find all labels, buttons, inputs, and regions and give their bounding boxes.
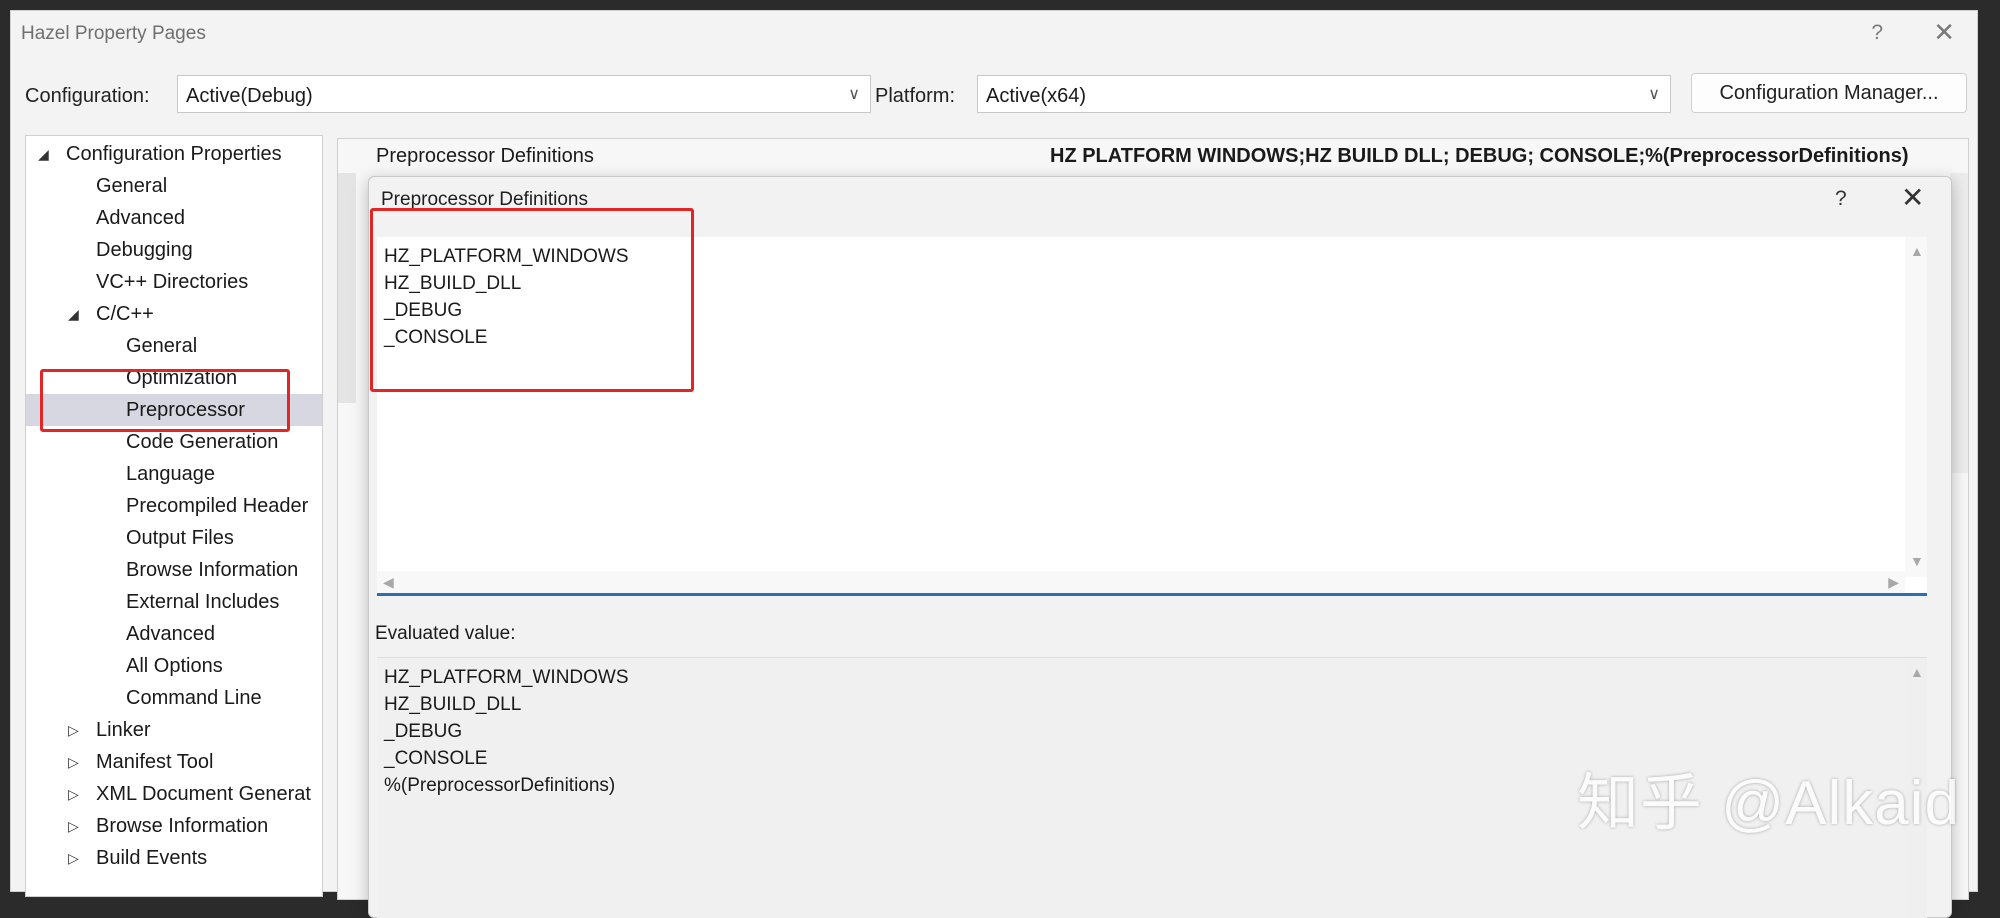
evaluated-line: HZ_BUILD_DLL [384,694,522,715]
definition-line: _CONSOLE [384,327,488,348]
definitions-editor[interactable]: HZ_PLATFORM_WINDOWS HZ_BUILD_DLL _DEBUG … [377,237,1927,596]
grid-left-strip [338,173,356,403]
tree-item-configuration-properties[interactable]: ◢ Configuration Properties [26,138,322,170]
collapsed-triangle-icon[interactable]: ▷ [68,810,79,842]
tree-item-general[interactable]: General [26,170,322,202]
collapsed-triangle-icon[interactable]: ▷ [68,714,79,746]
scroll-left-icon[interactable]: ◀ [383,574,394,591]
configuration-dropdown[interactable]: Active(Debug) ∨ [177,75,871,113]
tree-item-browse-information-tool[interactable]: ▷ Browse Information [26,810,322,842]
tree-item-browse-information[interactable]: Browse Information [26,554,322,586]
tree-item-vc-directories[interactable]: VC++ Directories [26,266,322,298]
tree-item-manifest-tool[interactable]: ▷ Manifest Tool [26,746,322,778]
configuration-manager-button[interactable]: Configuration Manager... [1691,73,1967,113]
tree-item-precompiled-header[interactable]: Precompiled Header [26,490,322,522]
chevron-down-icon: ∨ [1648,86,1660,103]
tree-item-code-generation[interactable]: Code Generation [26,426,322,458]
tree-item-cpp-general[interactable]: General [26,330,322,362]
expanded-triangle-icon[interactable]: ◢ [68,298,79,330]
collapsed-triangle-icon[interactable]: ▷ [68,842,79,874]
definition-line: HZ_PLATFORM_WINDOWS [384,246,629,267]
tree-item-optimization[interactable]: Optimization [26,362,322,394]
scroll-up-icon[interactable]: ▲ [1910,664,1924,680]
evaluated-text: HZ_PLATFORM_WINDOWS HZ_BUILD_DLL _DEBUG … [384,664,629,799]
scroll-right-icon[interactable]: ▶ [1888,574,1899,591]
dialog-close-button[interactable]: ✕ [1901,181,1924,214]
chevron-down-icon: ∨ [848,86,860,103]
collapsed-triangle-icon[interactable]: ▷ [68,746,79,778]
evaluated-value-label: Evaluated value: [375,623,516,644]
property-row-preprocessor-definitions[interactable]: Preprocessor Definitions HZ PLATFORM WIN… [356,145,1950,171]
definition-line: HZ_BUILD_DLL [384,273,522,294]
horizontal-scrollbar[interactable]: ◀ ▶ [377,571,1905,593]
tree-item-cpp[interactable]: ◢ C/C++ [26,298,322,330]
watermark: 知乎 @Alkaid [1577,769,1961,838]
expanded-triangle-icon[interactable]: ◢ [38,138,49,170]
property-value: HZ PLATFORM WINDOWS;HZ BUILD DLL; DEBUG;… [1050,145,1909,167]
platform-label: Platform: [875,85,956,107]
collapsed-triangle-icon[interactable]: ▷ [68,778,79,810]
tree-item-all-options[interactable]: All Options [26,650,322,682]
grid-right-strip [1950,173,1968,473]
tree-item-language[interactable]: Language [26,458,322,490]
evaluated-line: _DEBUG [384,721,463,742]
tree-item-xml-document-generator[interactable]: ▷ XML Document Generat [26,778,322,810]
scroll-down-icon[interactable]: ▼ [1910,553,1924,569]
title-bar: Hazel Property Pages ? ✕ [11,11,1977,57]
vertical-scrollbar[interactable]: ▲ ▼ [1905,237,1927,577]
evaluated-line: _CONSOLE [384,748,488,769]
configuration-value: Active(Debug) [186,85,313,107]
dialog-title: Preprocessor Definitions [381,189,588,210]
tree-item-output-files[interactable]: Output Files [26,522,322,554]
tree-item-build-events[interactable]: ▷ Build Events [26,842,322,874]
scroll-up-icon[interactable]: ▲ [1910,243,1924,259]
window-title: Hazel Property Pages [21,23,206,44]
definition-line: _DEBUG [384,300,463,321]
platform-value: Active(x64) [986,85,1087,107]
close-button[interactable]: ✕ [1933,19,1955,45]
tree-item-linker[interactable]: ▷ Linker [26,714,322,746]
configuration-row: Configuration: Active(Debug) ∨ Platform:… [11,73,1977,119]
tree-item-debugging[interactable]: Debugging [26,234,322,266]
tree-item-preprocessor[interactable]: Preprocessor [26,394,322,426]
evaluated-line: HZ_PLATFORM_WINDOWS [384,667,629,688]
tree-item-external-includes[interactable]: External Includes [26,586,322,618]
definitions-text[interactable]: HZ_PLATFORM_WINDOWS HZ_BUILD_DLL _DEBUG … [384,243,629,351]
dialog-help-button[interactable]: ? [1835,187,1847,211]
platform-dropdown[interactable]: Active(x64) ∨ [977,75,1671,113]
help-button[interactable]: ? [1871,21,1883,45]
property-tree: ◢ Configuration Properties General Advan… [25,135,323,897]
property-name: Preprocessor Definitions [376,145,594,167]
configuration-label: Configuration: [25,85,150,107]
tree-item-advanced[interactable]: Advanced [26,202,322,234]
tree-item-cpp-advanced[interactable]: Advanced [26,618,322,650]
evaluated-line: %(PreprocessorDefinitions) [384,775,616,796]
tree-item-command-line[interactable]: Command Line [26,682,322,714]
